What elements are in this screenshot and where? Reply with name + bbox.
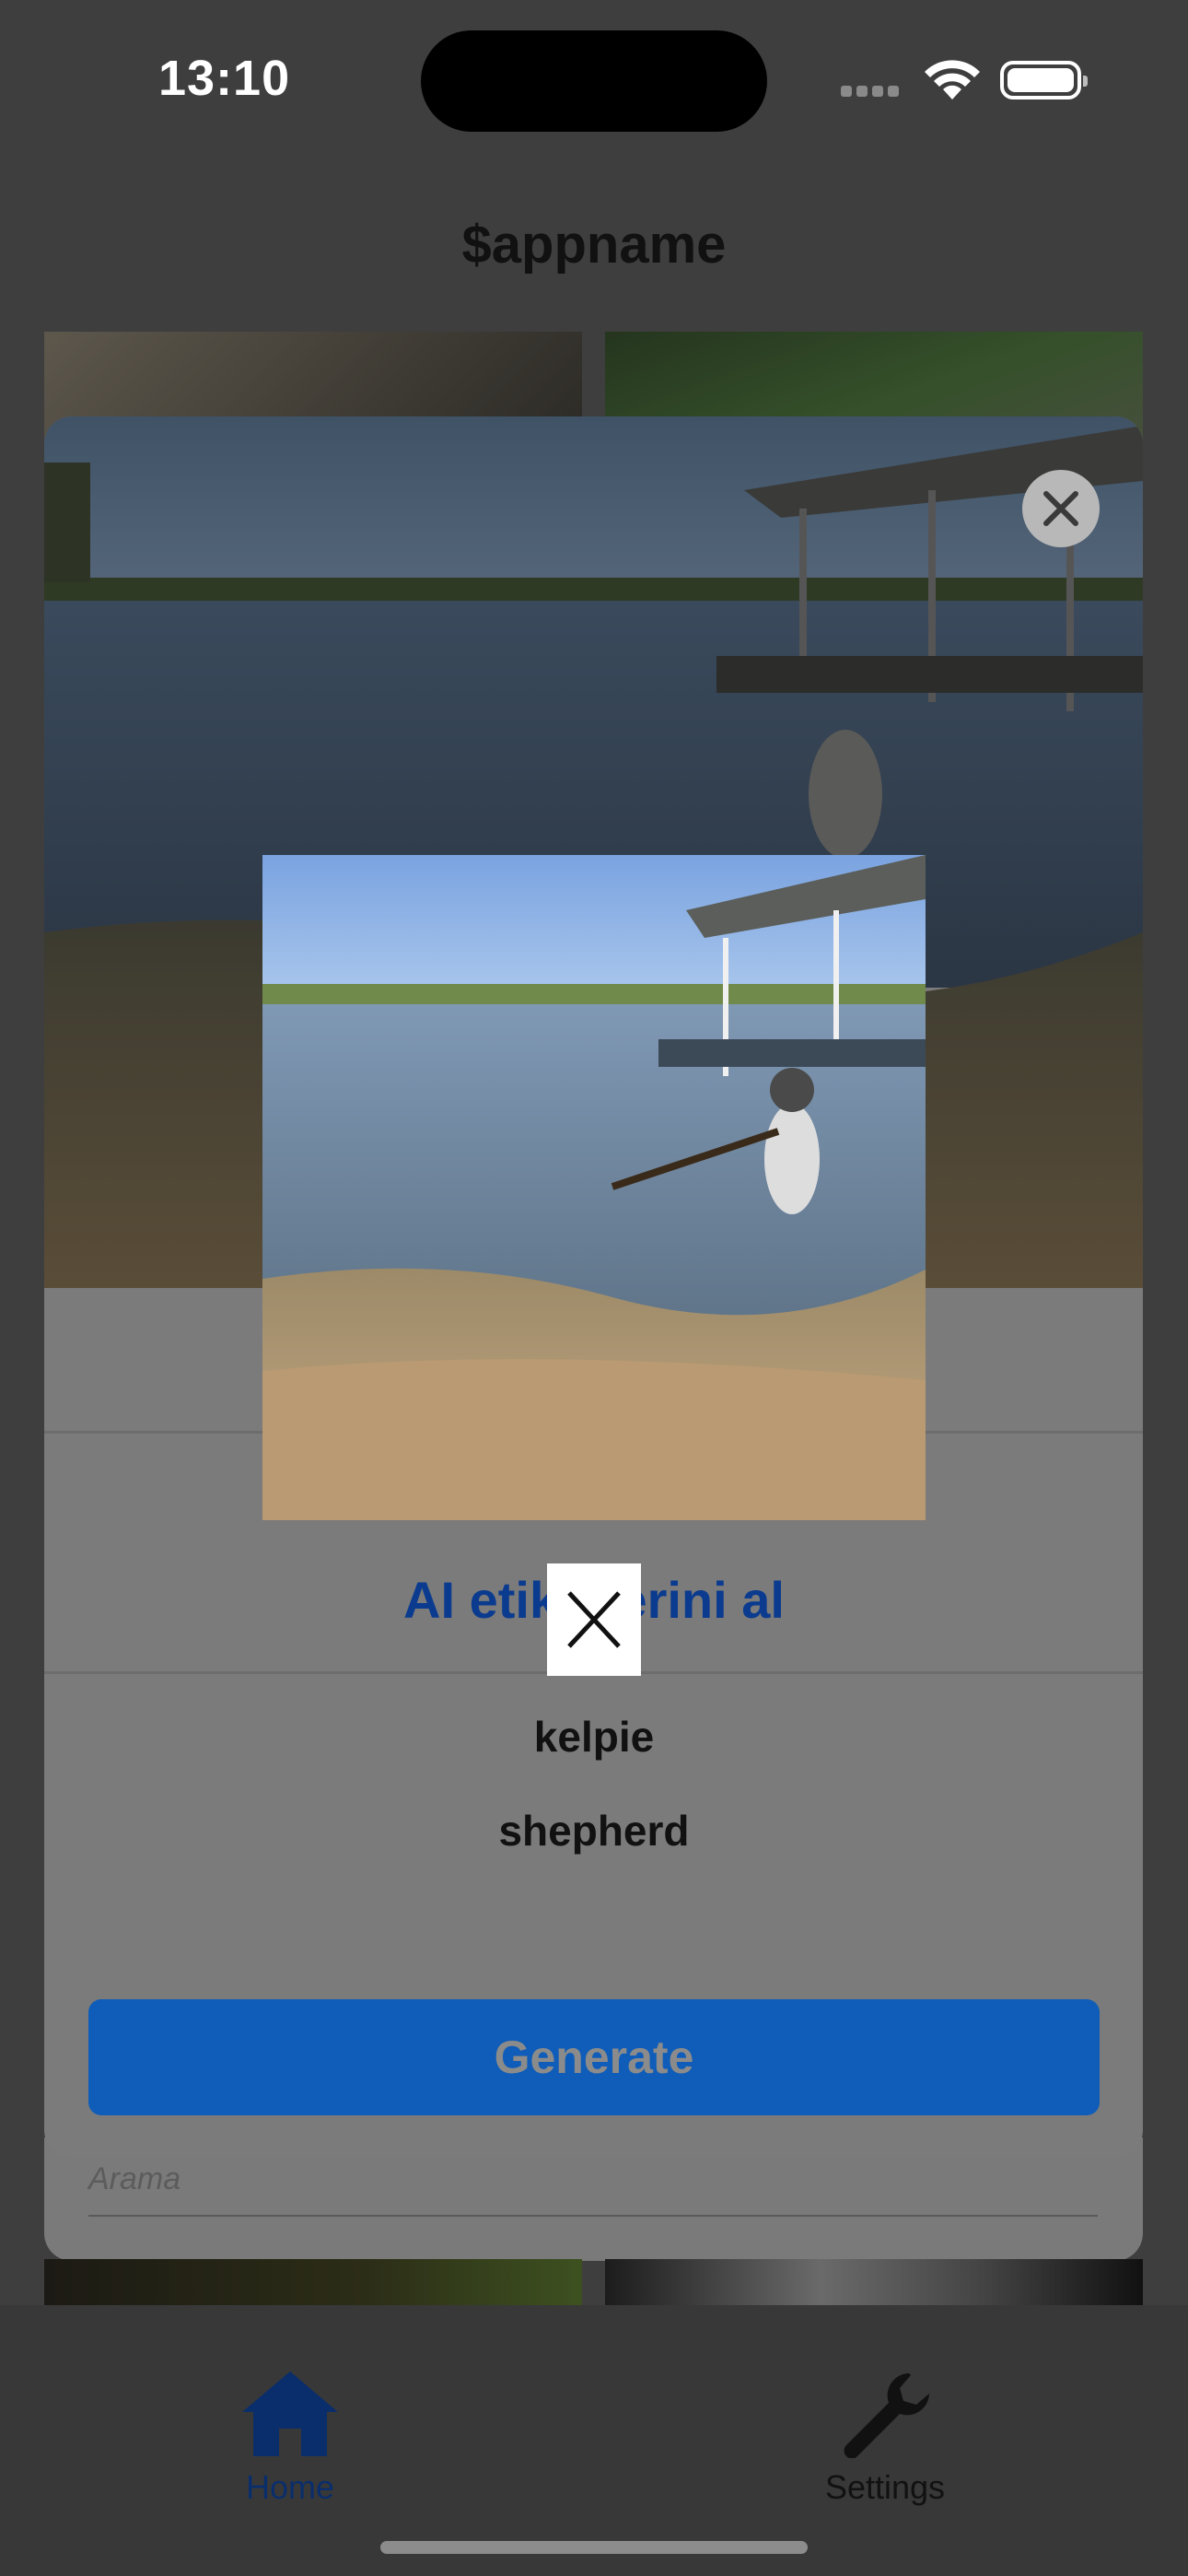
status-time: 13:10 [158,51,291,106]
dynamic-island [421,30,767,132]
close-icon [567,1591,621,1648]
app-title: $appname [461,215,727,275]
tag-item: shepherd [498,1807,690,1855]
search-underline [88,2215,1098,2217]
close-modal-button[interactable] [1022,470,1100,547]
tab-home-label: Home [245,2468,335,2506]
tab-settings-label: Settings [824,2468,946,2506]
tag-item: kelpie [533,1713,655,1761]
gallery-thumbnail[interactable] [44,2259,582,2305]
wifi-icon [923,59,982,106]
close-preview-button[interactable] [547,1563,641,1676]
gallery-thumbnail[interactable] [605,2259,1143,2305]
home-icon [242,2371,338,2456]
cellular-signal-icon [841,85,905,98]
generate-button[interactable]: Generate [88,1999,1100,2115]
close-icon [1043,491,1078,526]
battery-icon [1000,61,1088,100]
tab-settings[interactable]: Settings [807,2368,963,2507]
tab-bar [0,2305,1188,2576]
photo-preview [262,855,926,1520]
home-indicator[interactable] [380,2541,808,2554]
wrench-icon [844,2373,929,2459]
tab-home[interactable]: Home [226,2368,355,2507]
search-input[interactable]: Arama [88,2161,181,2197]
